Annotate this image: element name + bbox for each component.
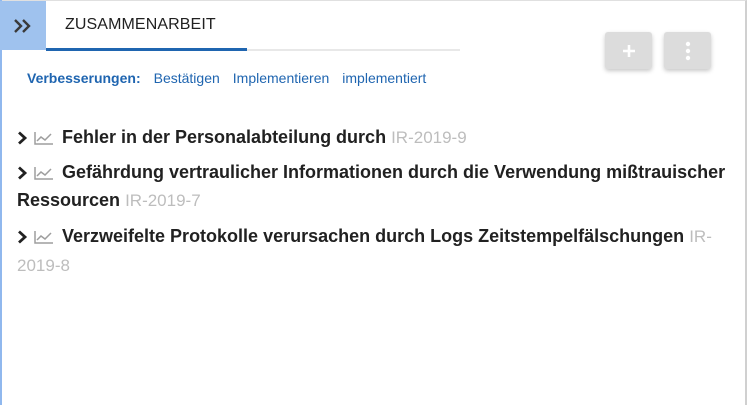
filter-label: Verbesserungen: (27, 70, 141, 86)
trend-chart-icon (34, 132, 53, 145)
item-title[interactable]: Fehler in der Personalabteilung durch (62, 127, 386, 147)
active-tab-indicator (46, 48, 247, 51)
chevron-right-icon[interactable] (17, 230, 28, 244)
tab-bar-divider (247, 49, 460, 51)
left-edge-strip (0, 0, 2, 405)
more-vertical-icon (685, 41, 690, 60)
list-item: Gefährdung vertraulicher Informationen d… (17, 158, 732, 215)
item-id: IR-2019-7 (125, 191, 201, 210)
trend-chart-icon (34, 231, 53, 244)
filter-link-implementieren[interactable]: Implementieren (233, 70, 330, 86)
list-item: Fehler in der Personalabteilung durch IR… (17, 123, 732, 152)
filter-link-implementiert[interactable]: implementiert (342, 70, 426, 86)
item-id: IR-2019-9 (391, 128, 467, 147)
chevron-right-icon[interactable] (17, 131, 28, 145)
more-options-button[interactable] (664, 32, 711, 69)
filter-link-bestaetigen[interactable]: Bestätigen (154, 70, 220, 86)
item-title[interactable]: Gefährdung vertraulicher Informationen d… (17, 162, 725, 210)
trend-chart-icon (34, 167, 53, 180)
chevron-right-icon[interactable] (17, 166, 28, 180)
tab-zusammenarbeit[interactable]: ZUSAMMENARBEIT (65, 16, 216, 34)
double-chevron-right-icon (14, 18, 31, 33)
list-item: Verzweifelte Protokolle verursachen durc… (17, 222, 732, 280)
expand-panel-button[interactable] (0, 1, 46, 50)
tab-bar: ZUSAMMENARBEIT (46, 1, 460, 52)
filter-row: Verbesserungen: Bestätigen Implementiere… (27, 70, 426, 86)
plus-icon (622, 44, 635, 57)
add-button[interactable] (605, 32, 652, 69)
item-title[interactable]: Verzweifelte Protokolle verursachen durc… (62, 226, 684, 246)
